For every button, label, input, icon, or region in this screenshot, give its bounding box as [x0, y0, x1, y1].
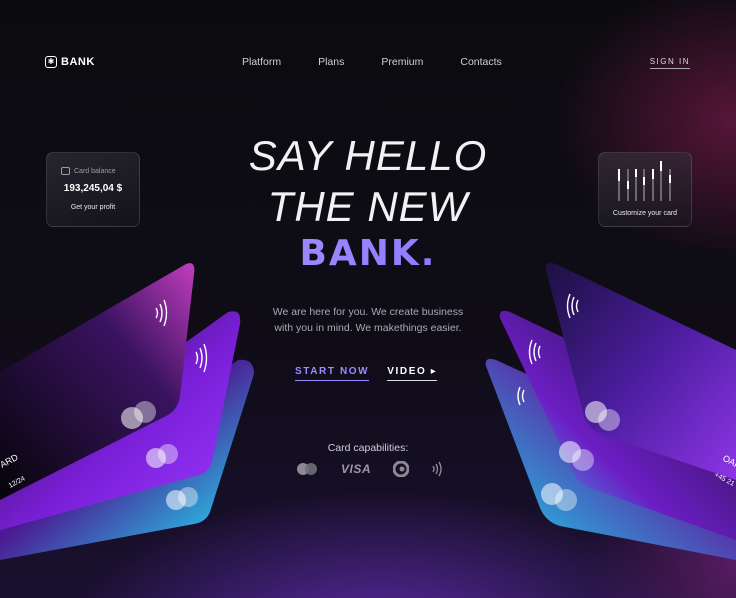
left-card-text: ARD: [0, 452, 20, 470]
card-capabilities-icons: VISA: [295, 461, 443, 477]
asterisk-icon: ✱: [45, 56, 57, 68]
hero-subtitle: We are here for you. We create business …: [0, 304, 736, 336]
hero-subtitle-line1: We are here for you. We create business: [272, 306, 464, 318]
left-card-expiry: 12/24: [8, 475, 27, 489]
right-card-front: OAR +45 21: [545, 262, 736, 488]
left-card-back: [0, 359, 254, 560]
card-capabilities-title: Card capabilities:: [327, 442, 409, 454]
contactless-icon: [432, 461, 442, 477]
hero-heading-line2: THE NEW: [267, 183, 469, 230]
left-card-front: ARD 12/24: [0, 263, 195, 500]
hero-heading-brand: BANK.: [0, 233, 736, 274]
visa-logo: VISA: [341, 462, 372, 476]
cta-group: START NOW VIDEO ▸: [295, 366, 438, 381]
nav-item-platform[interactable]: Platform: [242, 56, 281, 68]
right-card-back: [485, 358, 736, 560]
mastercard-icon: [297, 463, 317, 475]
video-button[interactable]: VIDEO ▸: [387, 366, 438, 381]
start-now-button[interactable]: START NOW: [295, 366, 370, 381]
nav-item-premium[interactable]: Premium: [381, 56, 423, 68]
brand-name: BANK: [61, 56, 95, 68]
nav-item-plans[interactable]: Plans: [318, 56, 344, 68]
main-nav: Platform Plans Premium Contacts: [242, 56, 502, 68]
hero-heading-line1: SAY HELLO: [248, 132, 488, 179]
sign-in-link[interactable]: SIGN IN: [649, 57, 690, 69]
left-card-middle: [0, 311, 241, 530]
right-card-middle: [499, 310, 736, 540]
brand-logo[interactable]: ✱ BANK: [45, 56, 95, 68]
card-illustrations: ARD 12/24 OAR +45 21: [0, 262, 736, 560]
pay-icon: [393, 461, 410, 477]
right-card-text: OAR: [721, 453, 736, 471]
hero-subtitle-line2: with you in mind. We makethings easier.: [274, 322, 462, 334]
right-card-number: +45 21: [713, 472, 735, 488]
nav-item-contacts[interactable]: Contacts: [460, 56, 501, 68]
